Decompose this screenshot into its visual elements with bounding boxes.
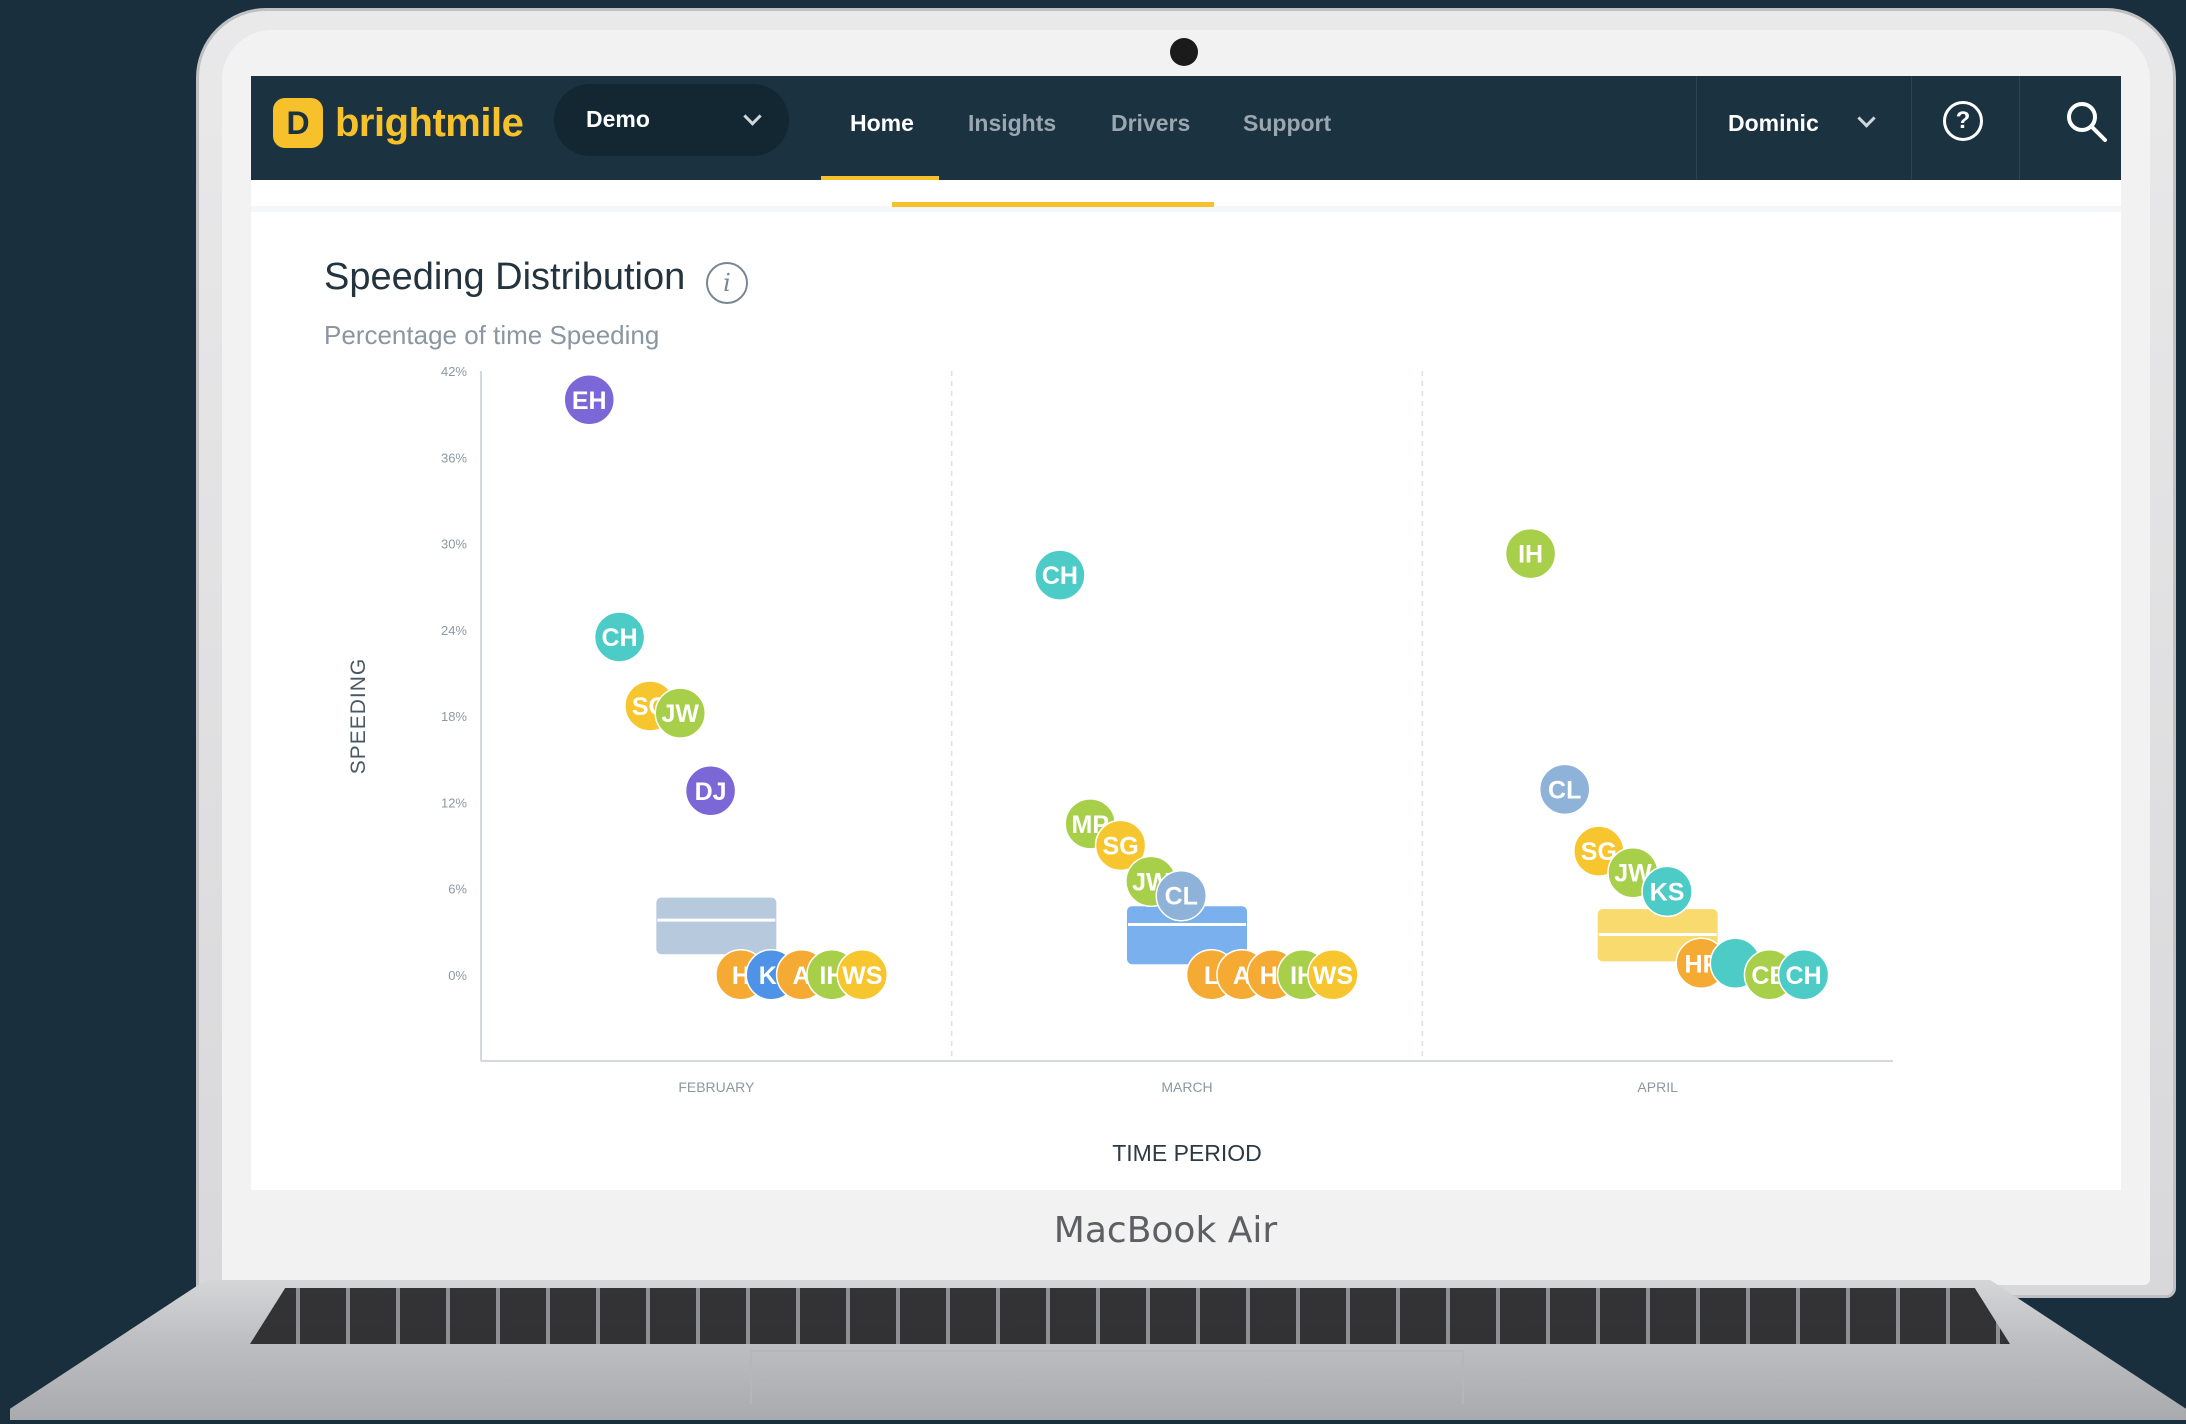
driver-label: EH: [572, 387, 607, 415]
y-axis-title: SPEEDING: [347, 658, 370, 775]
y-tick-label: 36%: [441, 450, 467, 465]
driver-label: KS: [1650, 878, 1685, 906]
driver-label: CH: [1042, 562, 1078, 590]
driver-label: CH: [602, 624, 638, 652]
x-tick-label: MARCH: [1161, 1079, 1212, 1095]
driver-label: JW: [661, 700, 699, 728]
camera-icon: [1170, 38, 1198, 66]
speeding-chart: 42% 36% 30% 24% 18% 12% 6% 0% FEBRUARY MARCH APRIL…: [347, 364, 1893, 1166]
y-tick-label: 18%: [441, 709, 467, 724]
x-axis-title: TIME PERIOD: [1112, 1140, 1262, 1166]
driver-label: DJ: [695, 778, 727, 806]
y-tick-label: 0%: [448, 968, 467, 983]
x-tick-label: FEBRUARY: [678, 1079, 755, 1095]
box-plot: [656, 897, 777, 955]
keyboard: [250, 1288, 2010, 1344]
y-tick-label: 24%: [441, 623, 467, 638]
driver-label: WS: [1313, 962, 1353, 990]
driver-label: CH: [1786, 962, 1822, 990]
x-tick-label: APRIL: [1637, 1079, 1678, 1095]
y-tick-label: 30%: [441, 537, 467, 552]
y-tick-label: 42%: [441, 364, 467, 379]
driver-label: WS: [842, 962, 882, 990]
trackpad: [750, 1350, 1464, 1404]
y-tick-label: 6%: [448, 882, 467, 897]
y-tick-label: 12%: [441, 795, 467, 810]
device-label: MacBook Air: [1053, 1210, 1278, 1251]
driver-label: IH: [1518, 541, 1543, 569]
driver-label: SG: [1103, 832, 1139, 860]
driver-label: CL: [1165, 883, 1198, 911]
app-screen: D brightmile Demo Home Insights Drivers …: [251, 76, 2121, 1190]
driver-label: CL: [1548, 776, 1581, 804]
